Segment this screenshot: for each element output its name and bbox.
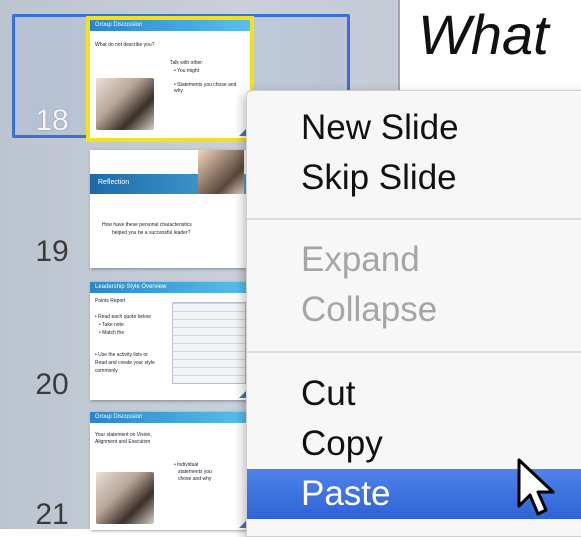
slide-thumb-text: • Read each quote below: [95, 314, 151, 320]
slide-thumb-text: statements you: [178, 469, 212, 475]
slide-thumb-text: • You might: [174, 68, 200, 74]
menu-separator: [247, 351, 581, 353]
slide-thumb-table: [172, 302, 246, 384]
slide-thumbnail-19[interactable]: Reflection How have these personal chara…: [90, 150, 250, 268]
slide-title-text[interactable]: What: [418, 2, 549, 67]
slide-thumbnail-21[interactable]: Group Discussion Your statement on Visio…: [90, 412, 250, 530]
slide-thumb-text: commonly: [95, 368, 118, 374]
slide-thumb-title: Leadership Style Overview: [90, 282, 250, 293]
menu-item-skip-slide[interactable]: Skip Slide: [247, 153, 581, 203]
menu-item-cut[interactable]: Cut: [247, 369, 581, 419]
slide-thumb-text: chose and why: [178, 476, 212, 482]
slide-thumb-title: Reflection: [98, 179, 130, 186]
slide-thumbnail-18[interactable]: Group Discussion What do not describe yo…: [86, 16, 254, 142]
slide-thumb-text: • Match the: [99, 330, 125, 336]
slide-thumb-text: Points Report: [95, 298, 126, 304]
slide-number-19: 19: [35, 235, 69, 268]
menu-item-collapse[interactable]: Collapse: [247, 285, 581, 335]
slide-thumb-text: • Use the activity lists or: [95, 352, 148, 358]
menu-separator: [247, 218, 581, 220]
people-photo-image: [96, 472, 154, 524]
slide-number-21: 21: [35, 498, 69, 531]
person-photo-image: [198, 150, 244, 194]
slide-thumbnail-20[interactable]: Leadership Style Overview Points Report …: [90, 282, 250, 400]
menu-item-expand[interactable]: Expand: [247, 235, 581, 285]
people-photo-image: [96, 78, 154, 130]
slide-thumb-text: • Take note: [99, 322, 124, 328]
mouse-pointer-icon: [517, 458, 555, 516]
slide-thumb-text: Alignment and Execution: [95, 439, 151, 445]
slide-thumb-title: Group Discussion: [90, 412, 250, 423]
menu-item-new-slide[interactable]: New Slide: [247, 103, 581, 153]
slide-thumb-text: What do not describe you?: [95, 42, 155, 48]
slide-thumb-text: helped you be a successful leader?: [112, 230, 191, 236]
slide-number-18: 18: [35, 104, 69, 137]
slide-thumb-text: Talk with other:: [170, 60, 204, 66]
slide-number-20: 20: [35, 368, 69, 401]
slide-thumb-text: Your statement on Vision,: [95, 432, 152, 438]
slide-thumb-text: • Individual: [174, 462, 199, 468]
slide-thumb-text: Read and create your style: [95, 360, 155, 366]
slide-thumb-title: Group Discussion: [90, 20, 250, 31]
slide-thumb-text: • Statements you chose and why: [174, 82, 237, 94]
slide-thumb-text: How have these personal characteristics: [102, 222, 192, 228]
